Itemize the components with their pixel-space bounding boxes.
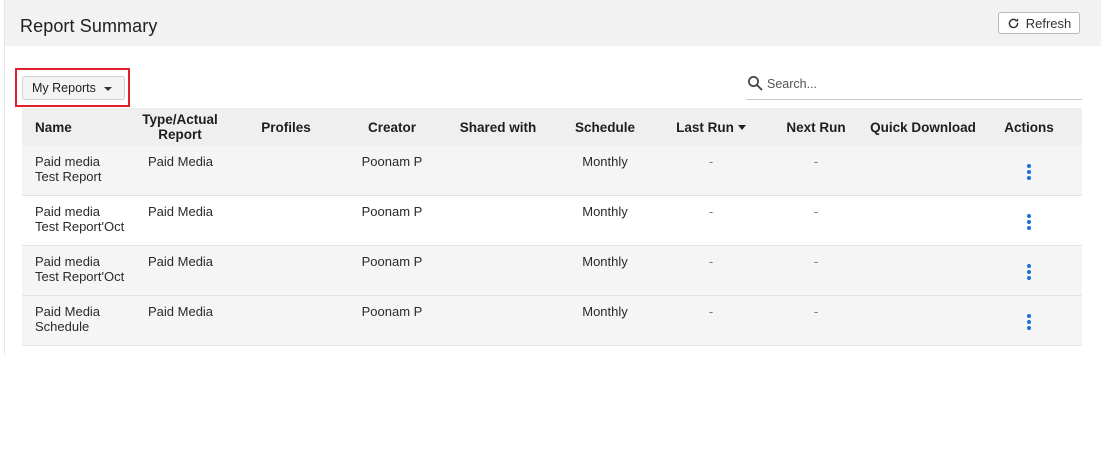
page-title: Report Summary <box>20 16 158 36</box>
report-summary-page: Report Summary Refresh My Reports Name T… <box>0 0 1101 470</box>
table-row[interactable]: Paid Media Schedule Paid Media Poonam P … <box>22 296 1082 346</box>
report-next-run: - <box>813 204 819 219</box>
report-creator: Poonam P <box>361 204 423 219</box>
report-next-run: - <box>813 254 819 269</box>
report-last-run: - <box>708 154 714 169</box>
report-last-run: - <box>708 304 714 319</box>
report-schedule: Monthly <box>582 304 628 319</box>
report-creator: Poonam P <box>361 154 423 169</box>
column-header-schedule[interactable]: Schedule <box>568 108 642 146</box>
table-row[interactable]: Paid media Test Report'Oct Paid Media Po… <box>22 246 1082 296</box>
report-name[interactable]: Paid media Test Report'Oct <box>35 204 135 234</box>
report-last-run: - <box>708 254 714 269</box>
sort-desc-icon <box>737 124 746 130</box>
report-filter-dropdown[interactable]: My Reports <box>22 76 125 100</box>
refresh-button[interactable]: Refresh <box>998 12 1080 34</box>
kebab-menu-icon[interactable] <box>1027 314 1031 330</box>
column-header-name[interactable]: Name <box>35 108 105 146</box>
header-bar: Report Summary <box>5 0 1101 46</box>
report-last-run: - <box>708 204 714 219</box>
caret-down-icon <box>103 87 112 91</box>
report-name[interactable]: Paid Media Schedule <box>35 304 135 334</box>
report-type: Paid Media <box>148 304 214 319</box>
report-creator: Poonam P <box>361 304 423 319</box>
kebab-menu-icon[interactable] <box>1027 214 1031 230</box>
report-next-run: - <box>813 154 819 169</box>
search-icon <box>748 76 763 91</box>
report-schedule: Monthly <box>582 254 628 269</box>
column-header-last-run[interactable]: Last Run <box>668 108 754 146</box>
table-row[interactable]: Paid media Test Report Paid Media Poonam… <box>22 146 1082 196</box>
column-header-next-run[interactable]: Next Run <box>778 108 854 146</box>
report-type: Paid Media <box>148 254 214 269</box>
column-header-creator[interactable]: Creator <box>354 108 430 146</box>
report-creator: Poonam P <box>361 254 423 269</box>
column-header-actions: Actions <box>1004 119 1054 135</box>
search-box <box>746 72 1082 100</box>
report-type: Paid Media <box>148 154 214 169</box>
kebab-menu-icon[interactable] <box>1027 264 1031 280</box>
report-name[interactable]: Paid media Test Report'Oct <box>35 254 135 284</box>
column-header-type[interactable]: Type/Actual Report <box>134 108 226 146</box>
refresh-label: Refresh <box>1025 15 1072 31</box>
report-type: Paid Media <box>148 204 214 219</box>
report-filter-label: My Reports <box>32 81 96 95</box>
report-schedule: Monthly <box>582 154 628 169</box>
report-name[interactable]: Paid media Test Report <box>35 154 135 184</box>
report-next-run: - <box>813 304 819 319</box>
column-header-shared-with[interactable]: Shared with <box>452 108 544 146</box>
column-header-profiles[interactable]: Profiles <box>250 108 322 146</box>
column-header-quick-download[interactable]: Quick Download <box>868 108 978 146</box>
search-input[interactable] <box>767 75 1067 93</box>
table-row[interactable]: Paid media Test Report'Oct Paid Media Po… <box>22 196 1082 246</box>
kebab-menu-icon[interactable] <box>1027 164 1031 180</box>
reports-table: Name Type/Actual Report Profiles Creator… <box>22 108 1082 346</box>
refresh-icon <box>1008 17 1019 28</box>
table-header: Name Type/Actual Report Profiles Creator… <box>22 108 1082 146</box>
report-schedule: Monthly <box>582 204 628 219</box>
